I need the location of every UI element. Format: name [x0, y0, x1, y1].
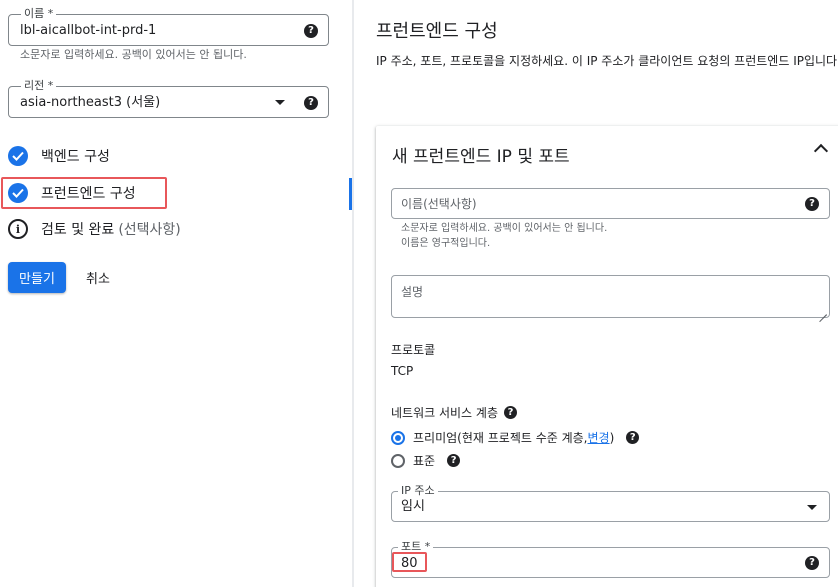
right-panel: 프런트엔드 구성 IP 주소, 포트, 프로토콜을 지정하세요. 이 IP 주소… [354, 0, 838, 587]
description-placeholder: 설명 [401, 285, 424, 299]
card-title: 새 프런트엔드 IP 및 포트 [392, 147, 570, 167]
cancel-button[interactable]: 취소 [86, 262, 110, 293]
help-icon[interactable]: ? [447, 454, 461, 467]
step-optional-label: (선택사항) [118, 222, 181, 238]
frontend-ip-card: 새 프런트엔드 IP 및 포트 이름(선택사항) ? 소문자로 입력하세요. 공… [376, 126, 838, 587]
radio-button[interactable] [391, 453, 405, 468]
protocol-label: 프로토콜 [391, 343, 436, 357]
help-icon[interactable]: ? [304, 24, 318, 38]
create-button[interactable]: 만들기 [8, 262, 66, 293]
name-field[interactable]: 이름 * lbl-aicallbot-int-prd-1 ? [8, 7, 329, 46]
frontend-name-hint-permanent: 이름은 영구적입니다. [401, 238, 491, 249]
step-label: 검토 및 완료 [41, 222, 115, 238]
frontend-name-input[interactable]: 이름(선택사항) ? [391, 188, 830, 219]
name-field-hint: 소문자로 입력하세요. 공백이 있어서는 안 됩니다. [20, 48, 247, 61]
step-backend[interactable]: 백엔드 구성 [8, 143, 110, 169]
protocol-value: TCP [391, 364, 414, 378]
frontend-name-placeholder: 이름(선택사항) [401, 197, 477, 211]
step-label: 백엔드 구성 [41, 149, 110, 165]
check-circle-icon [8, 183, 28, 203]
network-tier-label: 네트워크 서비스 계층 [391, 406, 498, 420]
frontend-name-hint: 소문자로 입력하세요. 공백이 있어서는 안 됩니다. [401, 223, 608, 234]
tier-standard-option[interactable]: 표준 ? [391, 452, 461, 469]
network-tier-label-row: 네트워크 서비스 계층 ? [391, 404, 517, 421]
step-label: 프런트엔드 구성 [41, 186, 136, 202]
tier-premium-option[interactable]: 프리미엄(현재 프로젝트 수준 계층, 변경) ? [391, 429, 640, 446]
region-select[interactable]: 리전 * asia-northeast3 (서울) ? [8, 79, 329, 118]
port-input[interactable]: 포트 * 80 ? [391, 540, 830, 578]
left-panel: 이름 * lbl-aicallbot-int-prd-1 ? 소문자로 입력하세… [0, 0, 352, 587]
name-field-value[interactable]: lbl-aicallbot-int-prd-1 [20, 23, 156, 39]
tier-premium-close: ) [609, 430, 615, 445]
radio-button[interactable] [391, 430, 405, 445]
help-icon[interactable]: ? [626, 431, 640, 444]
section-description: IP 주소, 포트, 프로토콜을 지정하세요. 이 IP 주소가 클라이언트 요… [376, 54, 838, 68]
tier-premium-label: 프리미엄(현재 프로젝트 수준 계층, [413, 431, 588, 445]
resize-grip-icon[interactable] [819, 307, 827, 315]
description-textarea[interactable]: 설명 [391, 275, 830, 318]
region-field-value: asia-northeast3 (서울) [20, 95, 161, 110]
ip-address-value: 임시 [401, 499, 425, 514]
check-circle-icon [8, 146, 28, 166]
help-icon[interactable]: ? [805, 556, 819, 570]
name-field-label: 이름 * [21, 7, 57, 21]
tier-standard-label: 표준 [413, 454, 436, 468]
annotation-highlight [392, 552, 427, 572]
region-field-label: 리전 * [21, 79, 57, 93]
step-frontend[interactable]: 프런트엔드 구성 [8, 180, 136, 206]
help-icon[interactable]: ? [304, 96, 318, 110]
step-review[interactable]: i 검토 및 완료 (선택사항) [8, 216, 181, 242]
chevron-up-icon[interactable] [813, 143, 829, 159]
chevron-down-icon[interactable] [275, 100, 285, 105]
chevron-down-icon[interactable] [807, 505, 817, 510]
ip-address-select[interactable]: IP 주소 임시 [391, 484, 830, 522]
info-icon: i [8, 219, 28, 239]
change-tier-link[interactable]: 변경 [588, 429, 610, 446]
ip-address-label: IP 주소 [398, 484, 438, 498]
help-icon[interactable]: ? [805, 197, 819, 211]
help-icon[interactable]: ? [504, 406, 517, 419]
section-title: 프런트엔드 구성 [376, 21, 498, 42]
